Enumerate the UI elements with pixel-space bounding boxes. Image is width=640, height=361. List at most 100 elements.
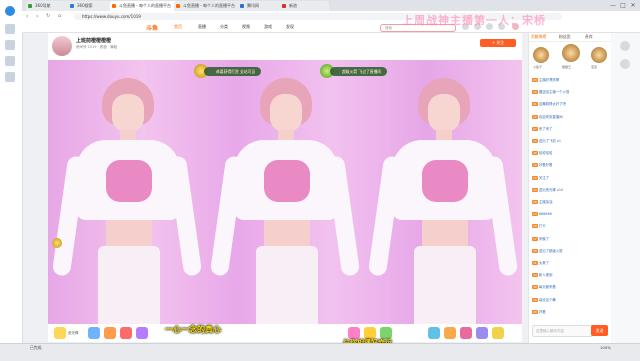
tab-label: 斗鱼直播 - 每个人的直播平台 [119,3,171,8]
dancer-figure [209,70,361,324]
gift-glowstick-icon[interactable] [54,327,66,339]
chat-input[interactable]: 这里输入聊天内容 [532,325,593,337]
chat-text: 打卡 [538,224,546,229]
gift-label: 荧光棒 [68,331,79,335]
dancer-figure [51,70,203,324]
nav-item-game[interactable]: 游戏 [264,24,272,30]
rank-avatar[interactable] [533,47,549,63]
anchor-avatar[interactable] [52,36,72,56]
tab-favicon [282,4,286,8]
tab-label: 斗鱼直播 - 每个人的直播平台 [183,3,235,8]
favorites-icon[interactable] [5,24,15,34]
gift-plane-icon[interactable] [104,327,116,339]
chat-message: 18 赠送给主播一个火箭 [532,89,610,95]
nav-item-home[interactable]: 首页 [174,24,182,30]
forward-icon[interactable]: › [36,13,38,20]
chat-text: 主播加油 [538,200,553,204]
nav-item-video[interactable]: 视频 [242,24,250,30]
downloads-icon[interactable] [5,56,15,66]
gift-item-icon[interactable] [444,327,456,339]
tab-vip[interactable]: 贵宾 [585,34,593,40]
level-badge: 21 [532,261,538,265]
tab-label: 腾讯网 [247,3,259,8]
level-badge: 24 [532,273,538,278]
level-badge: 30 [532,285,538,290]
chat-text: 每天都来看 [538,285,556,290]
tab-fan-club[interactable]: 粉丝团 [559,34,570,40]
gift-item-icon[interactable] [492,327,504,339]
window-controls: — □ ✕ [608,1,638,10]
tab-6[interactable]: 新浪 [280,1,329,11]
tab-favicon [28,4,32,8]
apps-icon[interactable] [5,72,15,82]
level-badge: 19 [532,175,538,180]
level-badge: 27 [532,126,538,131]
chat-message: 30 每天都来看 [532,284,610,290]
gift-item-icon[interactable] [460,327,472,339]
chat-message: 24 新人报到 [532,272,610,278]
home-icon[interactable]: ⌂ [58,13,61,19]
history-icon[interactable] [5,40,15,50]
chat-message: 17 来晚了 [532,236,610,242]
chat-text: 哈哈哈哈 [538,151,553,156]
tab-favicon [176,4,180,8]
gift-item-icon[interactable] [476,327,488,339]
level-badge: 26 [532,200,538,204]
chat-message: 23 主播好漂亮啊 [532,77,610,83]
rank-tabs: 贡献周榜 粉丝团 贵宾 [529,33,611,42]
zoom-level[interactable]: 100% [600,345,611,350]
level-badge: 31 [532,102,538,107]
chat-text: 送出了飞机 x1 [538,139,562,143]
level-badge: 15 [532,139,538,143]
rank-avatar[interactable] [562,44,580,62]
chat-text: 喜欢这个舞 [538,297,556,302]
send-button[interactable]: 发送 [591,325,608,336]
gift-super-rocket-icon[interactable] [136,327,148,339]
tool-icon[interactable] [620,59,630,69]
chat-message: 27 来了来了 [532,126,610,132]
browser-logo-icon[interactable] [5,6,15,16]
chat-message: 12 欢迎来到直播间 [532,114,610,120]
tool-icon[interactable] [620,41,630,51]
chat-text: 太美了 [538,261,549,265]
chat-message: 40 哈哈哈哈 [532,150,610,156]
gift-bar: 荧光棒 [48,324,522,342]
nav-item-discover[interactable]: 发现 [286,24,294,30]
side-toolbar [611,33,640,343]
chat-message: 31 这舞跳得太好了吧 [532,101,610,107]
gift-rocket-icon[interactable] [120,327,132,339]
nav-item-live[interactable]: 直播 [198,24,206,30]
level-badge: 17 [532,236,538,241]
minimize-icon[interactable]: — [608,1,618,10]
level-badge: 18 [532,90,538,95]
rank-avatar[interactable] [591,47,607,63]
gift-card-icon[interactable] [88,327,100,339]
chat-message: 19 关注了 [532,175,610,181]
site-logo[interactable]: 斗鱼 [146,23,158,32]
level-badge: 22 [532,163,538,168]
nav-item-category[interactable]: 分类 [220,24,228,30]
level-badge: 16 [532,297,538,302]
chat-message: 26 主播加油 [532,199,610,205]
rank-name: 小鱼干 [533,65,543,69]
chat-panel: 贡献周榜 粉丝团 贵宾 小鱼干 橙橙王 宝宝 这里输入聊天内容 发送 23 主播好… [528,33,611,343]
tab-4[interactable]: 斗鱼直播 - 每个人的直播平台 [174,1,245,11]
status-text: 已完成 [30,345,42,350]
chat-text: 新人报到 [538,273,553,278]
refresh-icon[interactable]: ↻ [46,13,50,19]
chat-message: 16 喜欢这个舞 [532,297,610,303]
lyric-caption: 一心一念的真心 [165,325,221,334]
level-badge: 33 [532,187,538,192]
tab-3[interactable]: 斗鱼直播 - 每个人的直播平台 [110,1,181,11]
back-icon[interactable]: ‹ [26,13,28,20]
rank-name: 宝宝 [591,65,598,69]
close-icon[interactable]: ✕ [628,1,638,10]
video-player[interactable]: 恭喜获得打赏 全站可见 超级火箭 飞过了直播间 [48,60,522,324]
level-badge: 35 [532,248,538,253]
maximize-icon[interactable]: □ [618,1,628,10]
room-meta: 房间号 1019 · 颜值 · 舞蹈 [76,45,118,49]
tab-weekly-rank[interactable]: 贡献周榜 [531,34,546,40]
follow-button[interactable]: + 关注 [480,39,516,47]
gift-more-icon[interactable] [428,327,440,339]
chat-message: 21 太美了 [532,260,610,266]
